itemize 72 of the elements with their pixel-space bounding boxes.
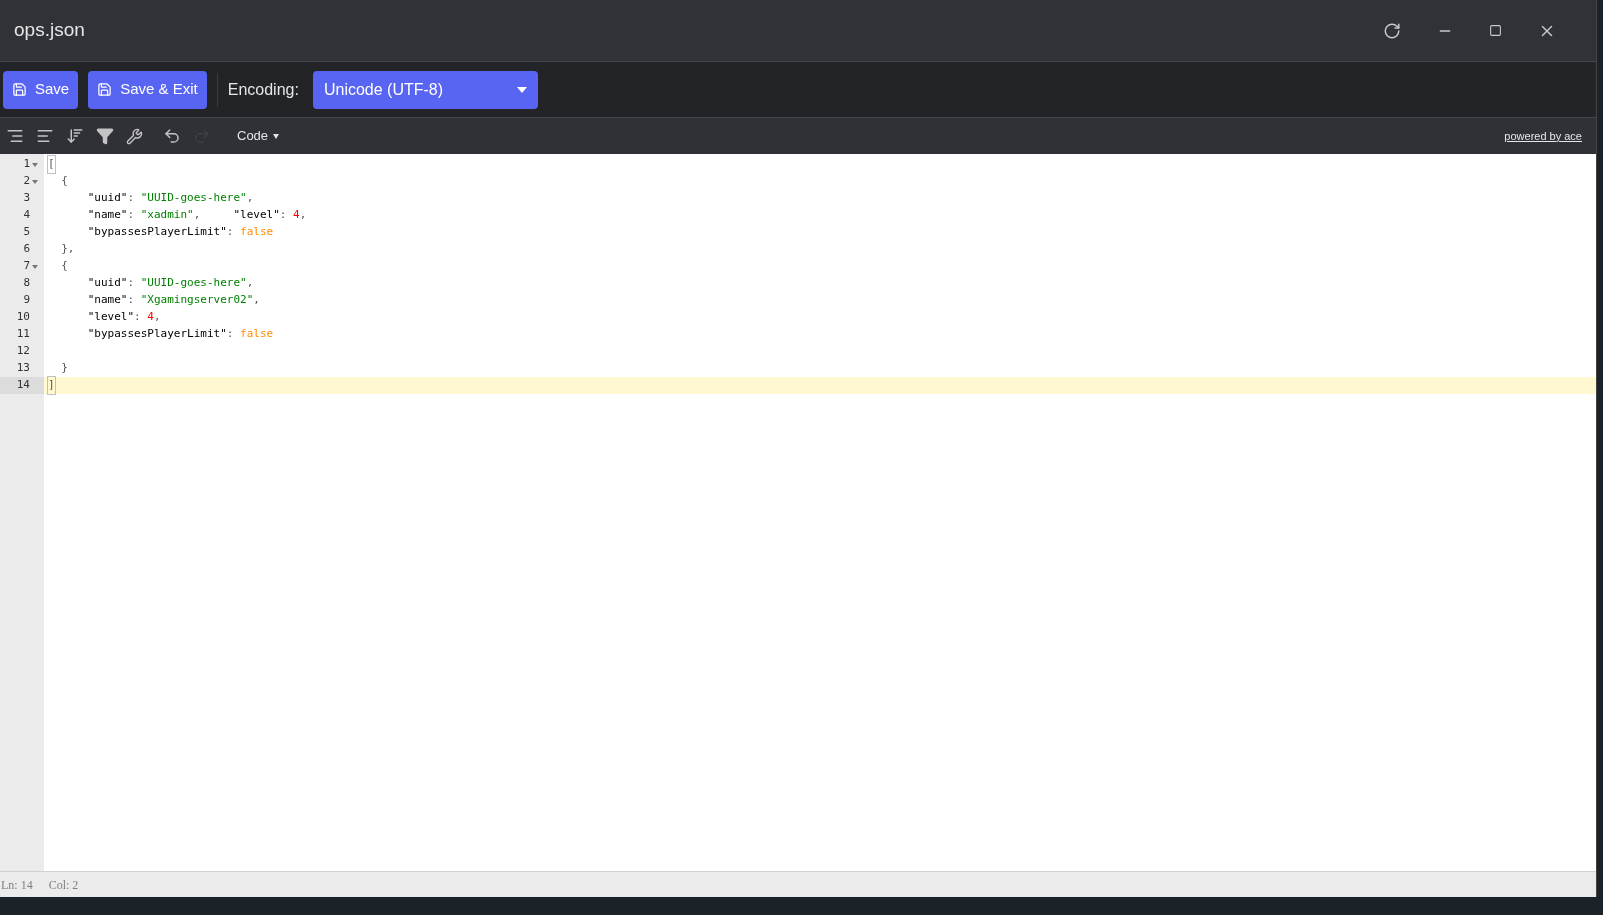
caret-icon bbox=[516, 86, 527, 93]
line-number: 8 bbox=[23, 275, 30, 292]
sort-icon[interactable] bbox=[66, 127, 84, 145]
line-number: 1 bbox=[23, 156, 30, 173]
encoding-dropdown[interactable]: Unicode (UTF-8) bbox=[312, 70, 538, 109]
code-bracket: [ bbox=[48, 156, 55, 173]
powered-by-link[interactable]: powered by ace bbox=[1504, 127, 1582, 145]
code-number: 4 bbox=[293, 207, 300, 224]
code-punctuation: { bbox=[60, 173, 68, 190]
mode-dropdown[interactable]: Code bbox=[237, 126, 280, 146]
reload-icon[interactable] bbox=[1383, 21, 1401, 40]
code-key: "name" bbox=[48, 207, 128, 224]
code-string: "Xgamingserver02" bbox=[140, 292, 254, 309]
code-punctuation: , bbox=[253, 292, 260, 309]
code-punctuation: , bbox=[246, 190, 254, 207]
code-string: "UUID-goes-here" bbox=[140, 190, 247, 207]
line-number: 12 bbox=[16, 343, 30, 360]
code-boolean: false bbox=[240, 224, 274, 241]
code-punctuation: , bbox=[299, 207, 307, 224]
line-number: 10 bbox=[16, 309, 30, 326]
code-number: 4 bbox=[147, 309, 154, 326]
maximize-icon[interactable] bbox=[1489, 24, 1502, 37]
code-punctuation: : bbox=[127, 275, 136, 292]
format-icon[interactable] bbox=[6, 127, 24, 145]
code-key: "bypassesPlayerLimit" bbox=[48, 326, 227, 343]
line-number: 5 bbox=[23, 224, 30, 241]
code-punctuation: , bbox=[246, 275, 254, 292]
code-string: "xadmin" bbox=[140, 207, 194, 224]
encoding-label: Encoding: bbox=[227, 79, 299, 100]
code-punctuation: : bbox=[127, 292, 136, 309]
code-punctuation: } bbox=[60, 360, 68, 377]
line-indicator: Ln: 14 bbox=[1, 876, 33, 894]
window-title: ops.json bbox=[14, 18, 85, 43]
code-punctuation: , bbox=[193, 207, 202, 224]
fold-arrow-icon[interactable] bbox=[32, 162, 38, 167]
fold-arrow-icon[interactable] bbox=[32, 264, 38, 269]
code-punctuation: : bbox=[127, 190, 136, 207]
undo-icon[interactable] bbox=[163, 127, 181, 145]
line-number: 3 bbox=[23, 190, 30, 207]
code-punctuation: : bbox=[127, 207, 136, 224]
line-number: 6 bbox=[23, 241, 30, 258]
line-number: 2 bbox=[23, 173, 30, 190]
wrench-icon[interactable] bbox=[126, 127, 143, 145]
code-punctuation: { bbox=[60, 258, 68, 275]
code-punctuation: }, bbox=[60, 241, 75, 258]
code-key: "uuid" bbox=[48, 275, 128, 292]
column-indicator: Col: 2 bbox=[48, 876, 79, 894]
code-punctuation: : bbox=[134, 309, 142, 326]
code-key: "bypassesPlayerLimit" bbox=[48, 224, 227, 241]
code-key: "level" bbox=[48, 309, 135, 326]
caret-icon bbox=[273, 133, 280, 139]
filter-icon[interactable] bbox=[96, 127, 114, 145]
save-button[interactable]: Save bbox=[3, 70, 79, 109]
code-punctuation: : bbox=[279, 207, 288, 224]
code-punctuation: : bbox=[226, 224, 235, 241]
code-key: "name" bbox=[48, 292, 128, 309]
fold-arrow-icon[interactable] bbox=[32, 179, 38, 184]
line-number: 9 bbox=[23, 292, 30, 309]
save-exit-button[interactable]: Save & Exit bbox=[88, 70, 207, 109]
code-key: "uuid" bbox=[48, 190, 128, 207]
code-punctuation: , bbox=[153, 309, 161, 326]
code-punctuation: : bbox=[226, 326, 235, 343]
line-number: 14 bbox=[16, 377, 30, 394]
line-number: 7 bbox=[23, 258, 30, 275]
code-boolean: false bbox=[240, 326, 274, 343]
compact-icon[interactable] bbox=[36, 127, 54, 145]
line-number: 4 bbox=[23, 207, 30, 224]
line-number: 13 bbox=[16, 360, 30, 377]
line-number: 11 bbox=[16, 326, 30, 343]
code-bracket: ] bbox=[48, 377, 55, 394]
code-string: "UUID-goes-here" bbox=[140, 275, 247, 292]
code-key: "level" bbox=[233, 207, 280, 224]
